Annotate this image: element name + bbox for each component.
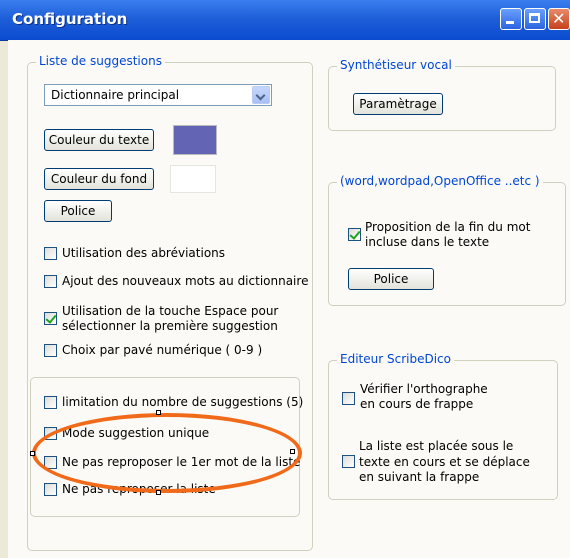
dialog-client-area: Liste de suggestions Dictionnaire princi… bbox=[8, 40, 570, 558]
text-color-swatch bbox=[173, 125, 217, 155]
abbreviations-label: Utilisation des abréviations bbox=[62, 246, 226, 260]
minimize-icon bbox=[506, 21, 514, 24]
spellcheck-label-line2: en cours de frappe bbox=[360, 397, 474, 411]
background-color-swatch bbox=[170, 165, 216, 193]
spellcheck-label-line1: Vérifier l'orthographe bbox=[360, 382, 488, 396]
limit-suggestions-checkbox[interactable] bbox=[44, 396, 57, 409]
list-position-label-line1: La liste est placée sous le bbox=[359, 439, 514, 453]
numeric-keypad-label: Choix par pavé numérique ( 0-9 ) bbox=[62, 343, 263, 357]
title-bar[interactable]: Configuration ✕ bbox=[0, 0, 570, 41]
synth-settings-button[interactable]: Paramètrage bbox=[353, 93, 443, 115]
add-words-label: Ajout des nouveaux mots au dictionnaire bbox=[62, 274, 309, 288]
numeric-keypad-checkbox[interactable] bbox=[44, 344, 57, 357]
list-position-label-line2: texte en cours et se déplace bbox=[359, 455, 530, 469]
resize-handle[interactable] bbox=[156, 490, 161, 495]
add-words-checkbox[interactable] bbox=[44, 275, 57, 288]
limit-suggestions-label: limitation du nombre de suggestions (5) bbox=[62, 395, 304, 409]
list-position-label-line3: en suivant la frappe bbox=[359, 470, 480, 484]
maximize-button[interactable] bbox=[524, 8, 546, 30]
resize-handle[interactable] bbox=[290, 449, 295, 454]
window-title: Configuration bbox=[12, 10, 128, 28]
annotation-ellipse bbox=[32, 413, 302, 493]
synth-legend: Synthétiseur vocal bbox=[337, 58, 455, 72]
word-completion-checkbox[interactable] bbox=[348, 228, 361, 241]
chevron-down-icon[interactable] bbox=[252, 86, 270, 104]
background-color-button[interactable]: Couleur du fond bbox=[44, 168, 154, 190]
font-button[interactable]: Police bbox=[44, 200, 112, 222]
dictionary-select-value: Dictionnaire principal bbox=[51, 88, 180, 102]
editor-legend: Editeur ScribeDico bbox=[337, 352, 454, 366]
minimize-button[interactable] bbox=[500, 8, 522, 30]
apps-legend: (word,wordpad,OpenOffice ..etc ) bbox=[337, 174, 543, 188]
suggestions-legend: Liste de suggestions bbox=[36, 54, 165, 68]
close-button[interactable]: ✕ bbox=[548, 8, 570, 30]
resize-handle[interactable] bbox=[30, 451, 35, 456]
abbreviations-checkbox[interactable] bbox=[44, 247, 57, 260]
text-color-button[interactable]: Couleur du texte bbox=[44, 129, 154, 151]
list-position-checkbox[interactable] bbox=[342, 455, 355, 468]
maximize-icon bbox=[529, 13, 540, 23]
no-repropose-list-checkbox[interactable] bbox=[44, 483, 57, 496]
close-icon: ✕ bbox=[552, 9, 566, 28]
space-key-label-line2: sélectionner la première suggestion bbox=[62, 319, 278, 333]
space-key-checkbox[interactable] bbox=[44, 312, 57, 325]
apps-font-button[interactable]: Police bbox=[348, 268, 434, 290]
word-completion-label-line2: incluse dans le texte bbox=[365, 235, 490, 249]
spellcheck-checkbox[interactable] bbox=[342, 392, 355, 405]
word-completion-label-line1: Proposition de la fin du mot bbox=[365, 220, 531, 234]
space-key-label-line1: Utilisation de la touche Espace pour bbox=[62, 304, 279, 318]
dictionary-select[interactable]: Dictionnaire principal bbox=[44, 84, 272, 106]
resize-handle[interactable] bbox=[156, 410, 161, 415]
